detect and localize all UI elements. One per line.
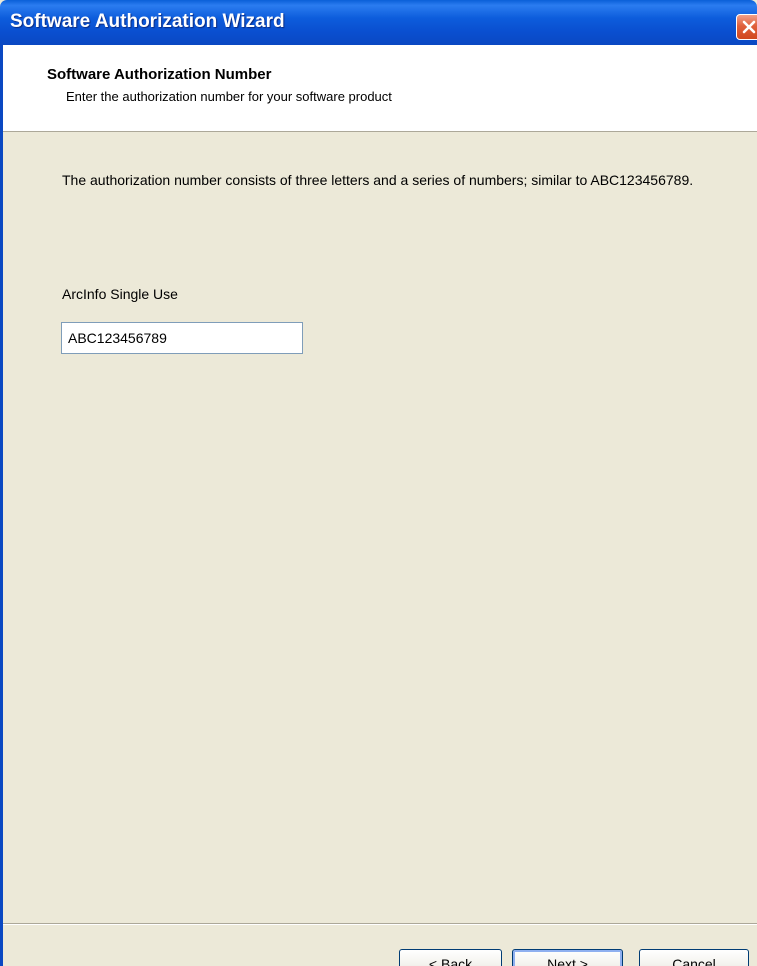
close-button[interactable]	[736, 14, 757, 40]
back-button[interactable]: < Back	[399, 949, 502, 966]
back-button-prefix: <	[428, 956, 441, 966]
back-button-mnemonic: B	[440, 956, 451, 966]
next-button-mnemonic: N	[547, 956, 558, 966]
wizard-window: Software Authorization Wizard Software A…	[0, 0, 757, 966]
wizard-header: Software Authorization Number Enter the …	[3, 45, 757, 132]
page-title: Software Authorization Number	[47, 66, 272, 83]
description-text: The authorization number consists of thr…	[62, 172, 694, 188]
next-button-label: ext >	[557, 956, 588, 966]
cancel-button[interactable]: Cancel	[639, 949, 749, 966]
authorization-number-input[interactable]	[61, 322, 303, 354]
window-frame	[0, 45, 3, 966]
authorization-field-label: ArcInfo Single Use	[62, 286, 178, 302]
next-button[interactable]: Next >	[512, 949, 623, 966]
footer-divider	[3, 923, 757, 925]
close-icon	[742, 20, 756, 34]
window-title: Software Authorization Wizard	[10, 11, 285, 32]
title-bar[interactable]: Software Authorization Wizard	[0, 0, 757, 45]
back-button-label: ack	[450, 956, 473, 966]
page-subtitle: Enter the authorization number for your …	[66, 89, 392, 104]
